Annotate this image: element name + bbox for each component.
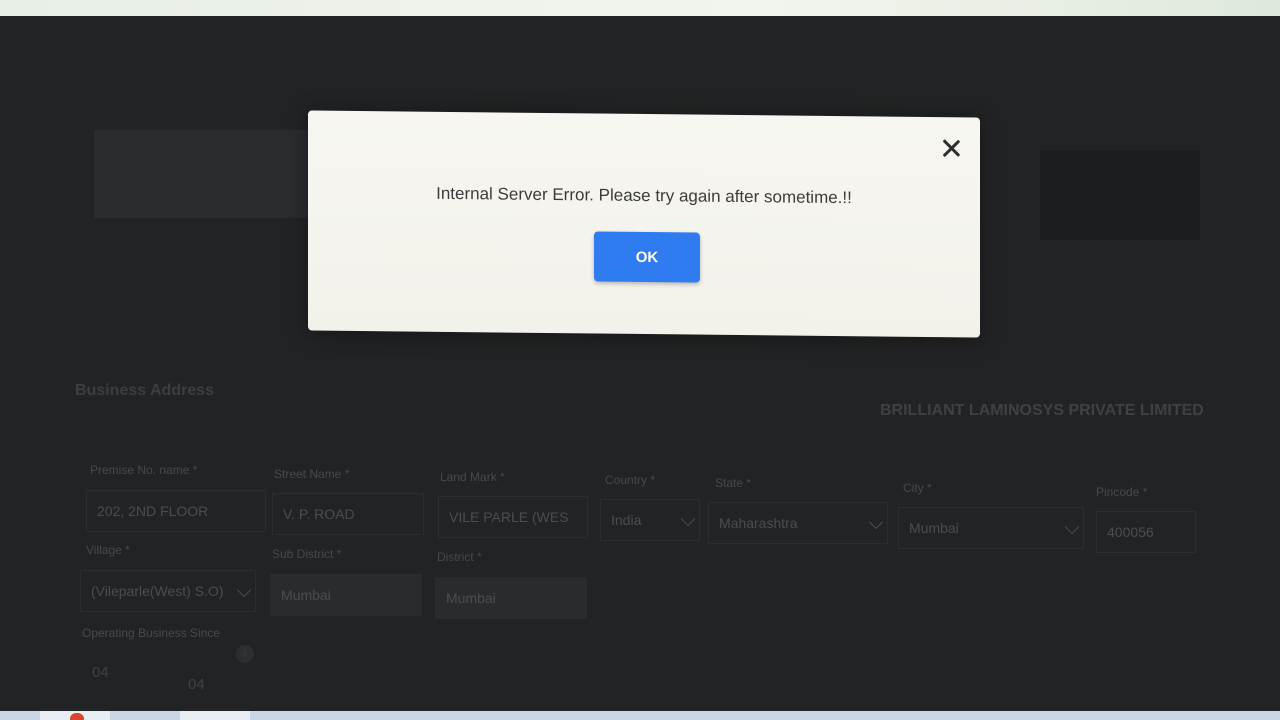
city-select[interactable]: Mumbai [898,507,1084,549]
sub-district-label: Sub District * [272,547,342,561]
landmark-field[interactable]: VILE PARLE (WES [438,496,588,538]
error-dialog: Internal Server Error. Please try again … [308,110,980,338]
village-value: (Vileparle(West) S.O) [91,583,224,599]
city-value: Mumbai [909,520,959,536]
error-message: Internal Server Error. Please try again … [436,183,852,208]
chevron-down-icon [868,514,884,530]
sub-district-field[interactable]: Mumbai [270,574,422,616]
pincode-field[interactable]: 400056 [1096,511,1196,553]
street-label: Street Name * [274,467,350,481]
country-label: Country * [605,473,656,487]
district-field[interactable]: Mumbai [435,577,587,619]
window-top-strip [0,0,1280,16]
info-icon[interactable]: i [236,645,254,663]
chevron-down-icon [1064,519,1080,535]
village-label: Village * [86,543,130,557]
close-icon[interactable] [938,135,964,161]
ok-button[interactable]: OK [594,231,700,283]
section-title: Business Address [75,382,215,399]
browser-icon [70,713,84,720]
state-label: State * [715,476,752,490]
landmark-label: Land Mark * [440,470,505,484]
taskbar-button[interactable] [180,711,250,720]
chevron-down-icon [236,582,252,598]
premise-field[interactable]: 202, 2ND FLOOR [86,490,266,532]
operating-since-label: Operating Business Since [82,626,221,640]
street-field[interactable]: V. P. ROAD [272,493,424,535]
chevron-down-icon [680,511,696,527]
country-value: India [611,512,642,528]
operating-since-month[interactable]: 04 [92,664,109,681]
company-name: BRILLIANT LAMINOSYS PRIVATE LIMITED [880,402,1204,419]
city-label: City * [903,481,932,495]
village-select[interactable]: (Vileparle(West) S.O) [80,570,256,612]
country-select[interactable]: India [600,499,700,541]
pincode-label: Pincode * [1096,485,1148,499]
state-select[interactable]: Maharashtra [708,502,888,544]
district-label: District * [437,550,482,564]
state-value: Maharashtra [719,515,798,531]
operating-since-day[interactable]: 04 [188,676,205,693]
taskbar [0,711,1280,720]
header-action-block [1040,150,1200,240]
premise-label: Premise No. name * [90,463,198,477]
